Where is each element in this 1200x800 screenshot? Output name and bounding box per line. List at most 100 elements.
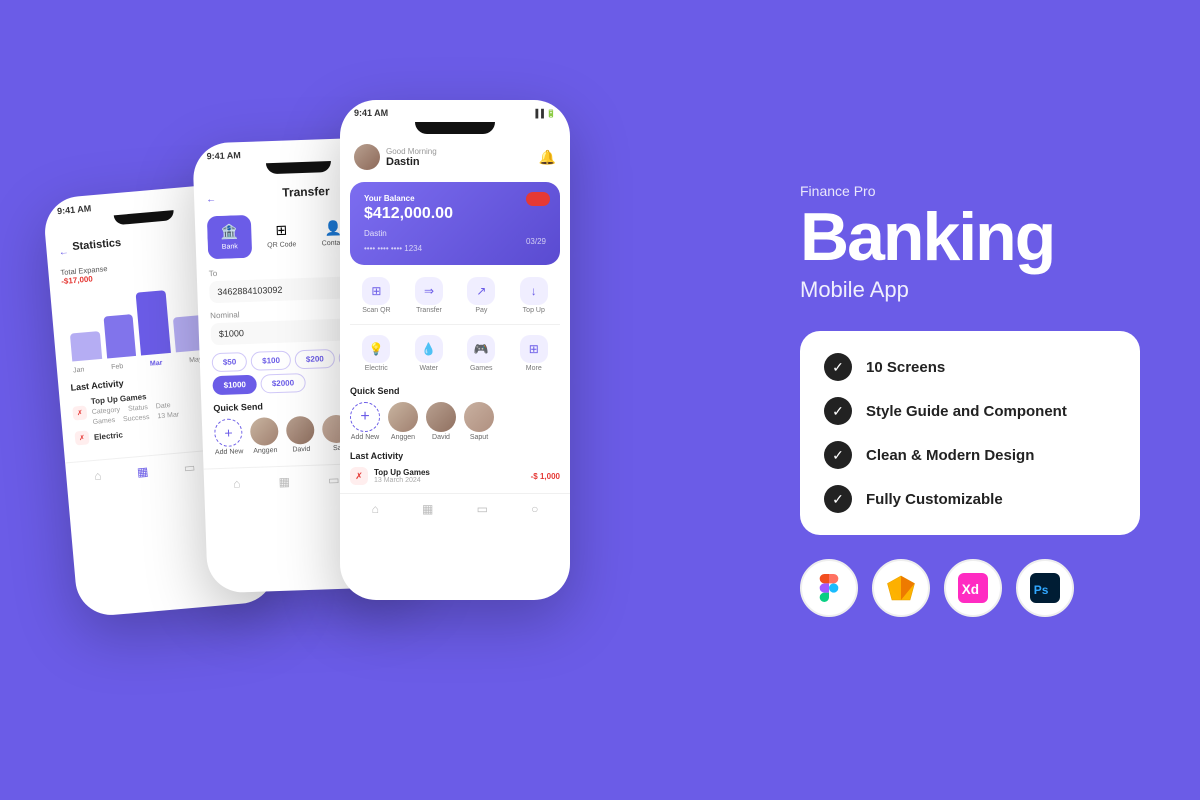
p2-nav-home[interactable]: ⌂ [233,476,241,490]
add-new-avatar[interactable]: + [214,418,243,447]
david-avatar [286,416,315,445]
nav-home-icon[interactable]: ⌂ [94,468,102,483]
xd-icon: Xd [958,573,988,603]
feature-design: ✓ Clean & Modern Design [824,441,1116,469]
water-icon: 💧 [415,335,443,363]
home-username: Dastin [386,156,437,168]
back-icon[interactable]: ← [58,246,69,258]
david-label: David [292,446,310,454]
action-water[interactable]: 💧 Water [415,335,443,372]
phone2-qs-david[interactable]: David [286,416,315,454]
phone2-time: 9:41 AM [206,150,241,161]
check-icon-custom: ✓ [824,485,852,513]
brand-label: Finance Pro [800,183,1140,199]
feature-screens: ✓ 10 Screens [824,353,1116,381]
p3-nav-home[interactable]: ⌂ [372,502,379,516]
qs-add-new[interactable]: + Add New [350,402,380,441]
tab-qrcode[interactable]: ⊞ QR Code [259,213,304,258]
tab-bank-label: Bank [222,243,238,251]
chip-50[interactable]: $50 [212,352,248,372]
ps-icon: Ps [1030,573,1060,603]
scan-qr-icon: ⊞ [362,277,390,305]
chip-100[interactable]: $100 [251,350,291,370]
action-transfer[interactable]: ⇒ Transfer [415,277,443,314]
pay-label: Pay [475,307,487,314]
features-card: ✓ 10 Screens ✓ Style Guide and Component… [800,331,1140,535]
p2-nav-stats[interactable]: ▦ [278,475,290,489]
p2-nav-card[interactable]: ▭ [328,473,340,487]
check-icon-style: ✓ [824,397,852,425]
last-activity-section: Last Activity ✗ Top Up Games 13 March 20… [340,447,570,489]
add-new-person-icon: + [350,402,380,432]
tools-row: Xd Ps [800,559,1140,617]
phone2-back-icon[interactable]: ← [206,194,216,205]
home-header: Good Morning Dastin 🔔 [340,136,570,178]
chip-2000[interactable]: $2000 [261,373,306,394]
topup-icon: ↓ [520,277,548,305]
nav-stats-icon[interactable]: ▦ [136,464,149,479]
anggen-avatar [250,417,279,446]
action-topup[interactable]: ↓ Top Up [520,277,548,314]
tab-bank[interactable]: 🏦 Bank [207,215,252,260]
qs-david[interactable]: David [426,402,456,441]
bar-mar [136,290,171,355]
phone2-qs-anggen[interactable]: Anggen [250,417,279,455]
qs-anggen[interactable]: Anggen [388,402,418,441]
tab-qrcode-label: QR Code [267,241,296,249]
action-games[interactable]: 🎮 Games [467,335,495,372]
figma-icon [815,574,843,602]
quick-send-section: Quick Send + Add New Anggen David [340,380,570,447]
action-more[interactable]: ⊞ More [520,335,548,372]
check-icon-design: ✓ [824,441,852,469]
quick-send-row: + Add New Anggen David Saput [350,402,560,441]
label-feb: Feb [111,363,124,371]
home-user-avatar [354,144,380,170]
svg-text:Ps: Ps [1034,583,1049,597]
anggen-label: Anggen [253,447,277,455]
divider-1 [350,324,560,325]
electric-label: Electric [365,365,388,372]
action-electric[interactable]: 💡 Electric [362,335,390,372]
anggen-person-avatar [388,402,418,432]
action-row-2: 💡 Electric 💧 Water 🎮 Games ⊞ More [340,327,570,380]
chip-1000[interactable]: $1000 [212,375,257,396]
chip-200[interactable]: $200 [295,349,335,369]
p3-nav-stats[interactable]: ▦ [422,502,433,516]
card-expiry: 03/29 [526,237,546,246]
sketch-icon [886,574,916,602]
bank-icon: 🏦 [220,223,238,241]
act-topup-amount: -$ 1,000 [531,472,560,481]
action-scan-qr[interactable]: ⊞ Scan QR [362,277,390,314]
bar-feb [103,314,136,358]
balance-card: Your Balance $412,000.00 Dastin •••• •••… [350,182,560,265]
qrcode-icon: ⊞ [275,222,287,239]
feature-style: ✓ Style Guide and Component [824,397,1116,425]
info-panel: Finance Pro Banking Mobile App ✓ 10 Scre… [800,183,1140,617]
last-act-item-topup: ✗ Top Up Games 13 March 2024 -$ 1,000 [350,467,560,485]
p3-nav-card[interactable]: ▭ [477,502,488,516]
phone2-qs-add[interactable]: + Add New [214,418,244,456]
notification-icon[interactable]: 🔔 [539,149,556,166]
nav-card-icon[interactable]: ▭ [183,460,196,475]
check-icon-screens: ✓ [824,353,852,381]
home-greeting: Good Morning [386,147,437,156]
david-person-avatar [426,402,456,432]
phone1-time: 9:41 AM [57,203,92,216]
feature-custom-text: Fully Customizable [866,491,1003,508]
toggle-button[interactable] [526,192,550,206]
p3-nav-profile[interactable]: ○ [531,502,538,516]
qs-saput[interactable]: Saput [464,402,494,441]
act-topup-icon: ✗ [350,467,368,485]
tool-ps: Ps [1016,559,1074,617]
label-mar: Mar [150,360,163,368]
action-pay[interactable]: ↗ Pay [467,277,495,314]
bar-jan [70,331,102,361]
transfer-label: Transfer [416,307,442,314]
balance-amount: $412,000.00 [364,205,546,223]
anggen-person-label: Anggen [391,434,415,441]
more-label: More [526,365,542,372]
phones-area: 9:41 AM ▐▐ 🔋 ← Statistics Total Expanse … [60,40,580,760]
main-container: 9:41 AM ▐▐ 🔋 ← Statistics Total Expanse … [0,0,1200,800]
games-label: Games [470,365,493,372]
phone3-nav: ⌂ ▦ ▭ ○ [340,493,570,522]
